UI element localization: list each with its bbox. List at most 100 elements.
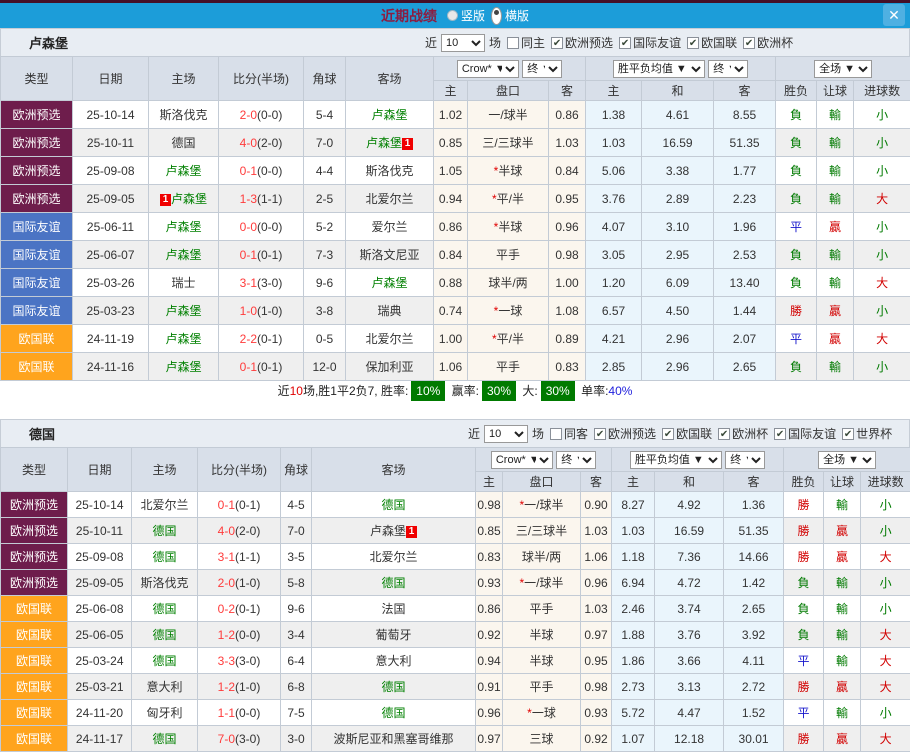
competition-0-checkbox[interactable]: ✔欧洲预选 (551, 34, 613, 51)
close-icon[interactable]: ✕ (883, 4, 905, 26)
corner-cell: 3-8 (304, 297, 346, 325)
home-team: 德国 (171, 136, 195, 150)
radio-horizontal-label[interactable]: 横版 (505, 7, 529, 24)
handicap: 平手 (503, 596, 581, 622)
scope-select[interactable]: 全场 ▼ (818, 451, 876, 469)
same-venue-checkbox-label: 同客 (564, 425, 588, 442)
competition-0-checkbox-label: 欧洲预选 (565, 34, 613, 51)
avg-win: 1.20 (586, 269, 642, 297)
away-team: 北爱尔兰 (365, 332, 413, 346)
avg-lose: 2.07 (714, 325, 776, 353)
bookmaker-select[interactable]: Crow* ▼ (457, 60, 519, 78)
handicap-result-cell: 贏 (824, 726, 861, 752)
corner-cell: 3-0 (281, 726, 312, 752)
radio-horizontal[interactable] (491, 7, 502, 25)
handicap: 半球 (503, 622, 581, 648)
avg-select[interactable]: 胜平负均值 ▼ (613, 60, 705, 78)
competition-1-checkbox-box[interactable]: ✔ (662, 428, 674, 440)
home-odds: 0.85 (434, 129, 468, 157)
home-team: 北爱尔兰 (140, 498, 188, 512)
away-team-cell: 德国 (312, 700, 476, 726)
score-cell: 0-2(0-1) (198, 596, 281, 622)
competition-3-checkbox-label: 国际友谊 (788, 425, 836, 442)
corner-cell: 3-4 (281, 622, 312, 648)
home-team: 德国 (152, 654, 176, 668)
avg-lose: 51.35 (714, 129, 776, 157)
avg-stage-select[interactable]: 终 ▼ (725, 451, 765, 469)
avg-win: 1.18 (612, 544, 655, 570)
competition-4-checkbox-box[interactable]: ✔ (842, 428, 854, 440)
away-team: 卢森堡 (371, 276, 407, 290)
competition-0-checkbox[interactable]: ✔欧洲预选 (594, 425, 656, 442)
same-venue-checkbox-box[interactable] (550, 428, 562, 440)
games-label: 场 (532, 425, 544, 442)
away-odds: 0.96 (581, 570, 612, 596)
competition-1-checkbox[interactable]: ✔欧国联 (662, 425, 712, 442)
home-odds: 0.88 (434, 269, 468, 297)
bookmaker-select[interactable]: Crow* ▼ (491, 451, 553, 469)
same-venue-checkbox[interactable]: 同客 (550, 425, 588, 442)
competition-3-checkbox-box[interactable]: ✔ (774, 428, 786, 440)
goals-cell: 大 (854, 325, 910, 353)
competition-4-checkbox[interactable]: ✔世界杯 (842, 425, 892, 442)
competition-2-checkbox[interactable]: ✔欧国联 (687, 34, 737, 51)
corner-cell: 5-8 (281, 570, 312, 596)
competition-type: 欧国联 (1, 674, 68, 700)
match-row: 欧洲预选25-09-08德国3-1(1-1)3-5北爱尔兰0.83球半/两1.0… (1, 544, 910, 570)
handicap-result-cell: 輸 (824, 570, 861, 596)
same-venue-checkbox[interactable]: 同主 (507, 34, 545, 51)
col-away: 客场 (312, 448, 476, 492)
home-team: 卢森堡 (165, 220, 201, 234)
competition-0-checkbox-box[interactable]: ✔ (551, 37, 563, 49)
competition-1-checkbox-label: 欧国联 (676, 425, 712, 442)
competition-1-checkbox-box[interactable]: ✔ (619, 37, 631, 49)
avg-draw: 7.36 (655, 544, 724, 570)
home-odds: 1.05 (434, 157, 468, 185)
games-count-select[interactable]: 10 (441, 34, 485, 52)
home-team-cell: 卢森堡 (149, 241, 219, 269)
avg-lose: 3.92 (724, 622, 784, 648)
away-team: 德国 (381, 498, 405, 512)
competition-type: 欧洲预选 (1, 157, 73, 185)
competition-0-checkbox-box[interactable]: ✔ (594, 428, 606, 440)
avg-select[interactable]: 胜平负均值 ▼ (630, 451, 722, 469)
home-team: 卢森堡 (165, 248, 201, 262)
competition-type: 国际友谊 (1, 297, 73, 325)
radio-vertical-label[interactable]: 竖版 (461, 7, 485, 24)
competition-3-checkbox[interactable]: ✔国际友谊 (774, 425, 836, 442)
competition-2-checkbox-box[interactable]: ✔ (687, 37, 699, 49)
competition-2-checkbox[interactable]: ✔欧洲杯 (718, 425, 768, 442)
score-cell: 1-3(1-1) (219, 185, 304, 213)
result-cell: 負 (776, 353, 817, 381)
score-cell: 1-1(0-0) (198, 700, 281, 726)
competition-3-checkbox-box[interactable]: ✔ (743, 37, 755, 49)
bookmaker-stage-select[interactable]: 终 ▼ (556, 451, 596, 469)
scope-select[interactable]: 全场 ▼ (814, 60, 872, 78)
match-date: 24-11-16 (73, 353, 149, 381)
match-row: 国际友谊25-06-11卢森堡0-0(0-0)5-2爱尔兰0.86*半球0.96… (1, 213, 910, 241)
competition-2-checkbox-box[interactable]: ✔ (718, 428, 730, 440)
result-cell: 勝 (784, 518, 824, 544)
match-row: 欧洲预选25-10-11德国4-0(2-0)7-0卢森堡10.85三/三球半1.… (1, 518, 910, 544)
competition-type: 欧洲预选 (1, 570, 68, 596)
handicap-result-cell: 輸 (824, 648, 861, 674)
avg-stage-select[interactable]: 终 ▼ (708, 60, 748, 78)
competition-3-checkbox[interactable]: ✔欧洲杯 (743, 34, 793, 51)
avg-win: 5.06 (586, 157, 642, 185)
match-row: 欧国联25-06-05德国1-2(0-0)3-4葡萄牙0.92半球0.971.8… (1, 622, 910, 648)
score-cell: 1-2(1-0) (198, 674, 281, 700)
games-count-select[interactable]: 10 (484, 425, 528, 443)
bookmaker-stage-select[interactable]: 终 ▼ (522, 60, 562, 78)
home-team: 斯洛伐克 (140, 576, 188, 590)
same-venue-checkbox-box[interactable] (507, 37, 519, 49)
away-odds: 0.86 (549, 101, 586, 129)
handicap: 三/三球半 (503, 518, 581, 544)
result-cell: 勝 (784, 674, 824, 700)
competition-1-checkbox[interactable]: ✔国际友谊 (619, 34, 681, 51)
match-date: 25-10-11 (73, 129, 149, 157)
col-avg-draw: 和 (655, 472, 724, 492)
avg-lose: 1.44 (714, 297, 776, 325)
avg-win: 2.85 (586, 353, 642, 381)
radio-vertical[interactable] (447, 10, 458, 21)
home-odds: 1.00 (434, 325, 468, 353)
